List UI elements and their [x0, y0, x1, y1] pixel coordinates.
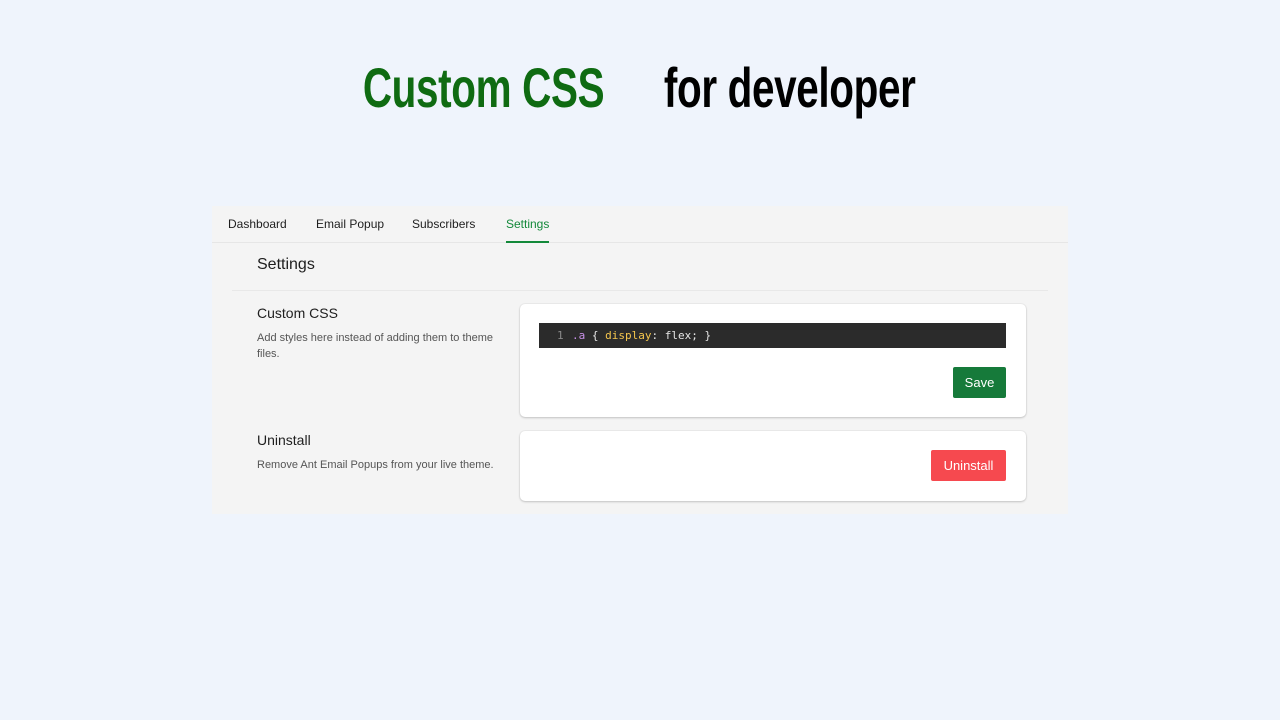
app-window: Dashboard Email Popup Subscribers Settin…: [212, 206, 1068, 514]
hero-heading-text: Custom CSS for developer: [340, 52, 940, 124]
tab-subscribers[interactable]: Subscribers: [412, 206, 475, 242]
code-close-brace: }: [704, 329, 712, 342]
line-number: 1: [557, 329, 564, 342]
hero-rest: for developer: [664, 56, 916, 119]
code-selector: .a: [572, 329, 586, 342]
tab-email-popup[interactable]: Email Popup: [316, 206, 384, 242]
css-code-editor[interactable]: 1 .a { display: flex; }: [539, 323, 1006, 348]
tab-dashboard[interactable]: Dashboard: [228, 206, 287, 242]
tab-bar: Dashboard Email Popup Subscribers Settin…: [212, 206, 1068, 243]
hero-highlight: Custom CSS: [363, 56, 605, 119]
page-title: Settings: [257, 256, 315, 273]
save-button[interactable]: Save: [953, 367, 1006, 398]
tab-settings[interactable]: Settings: [506, 206, 550, 243]
code-colon: :: [651, 329, 659, 342]
custom-css-card: 1 .a { display: flex; } Save: [520, 304, 1026, 417]
code-line[interactable]: .a { display: flex; }: [572, 323, 711, 348]
uninstall-card: Uninstall: [520, 431, 1026, 501]
divider: [232, 290, 1048, 291]
custom-css-description: Add styles here instead of adding them t…: [257, 332, 494, 360]
code-property: display: [605, 329, 652, 342]
uninstall-button[interactable]: Uninstall: [931, 450, 1006, 481]
uninstall-title: Uninstall: [257, 432, 311, 448]
code-value: flex;: [664, 329, 698, 342]
code-open-brace: {: [591, 329, 599, 342]
hero-heading: Custom CSS for developer: [0, 52, 1280, 124]
uninstall-description: Remove Ant Email Popups from your live t…: [257, 459, 494, 471]
custom-css-title: Custom CSS: [257, 305, 338, 321]
